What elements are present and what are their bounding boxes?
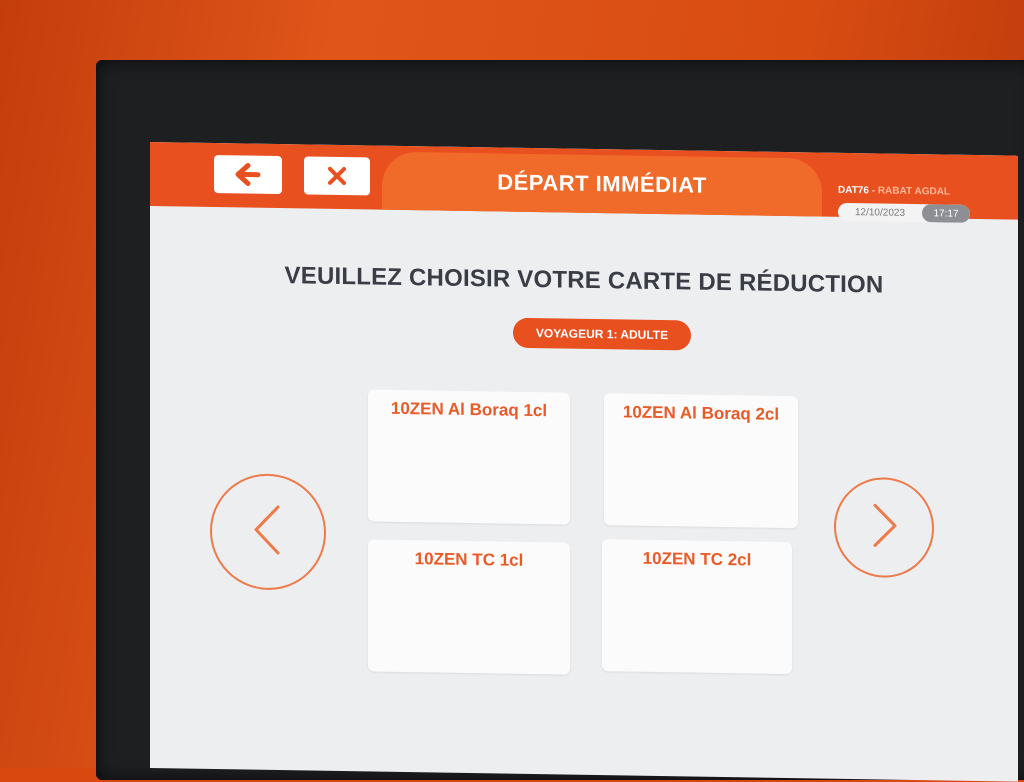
card-label: 10ZEN Al Boraq 2cl — [622, 402, 780, 424]
discount-card-option[interactable]: 10ZEN TC 1cl — [368, 539, 570, 675]
kiosk-screen: DÉPART IMMÉDIAT DAT76 - RABAT AGDAL 12/1… — [150, 142, 1018, 782]
chevron-left-icon — [248, 502, 288, 562]
instruction-heading: VEUILLEZ CHOISIR VOTRE CARTE DE RÉDUCTIO… — [284, 262, 884, 299]
close-button[interactable] — [304, 156, 370, 196]
traveler-badge: VOYAGEUR 1: ADULTE — [513, 317, 691, 351]
station-separator: - — [868, 185, 878, 197]
discount-card-option[interactable]: 10ZEN Al Boraq 2cl — [604, 393, 798, 529]
header-bar: DÉPART IMMÉDIAT DAT76 - RABAT AGDAL 12/1… — [150, 142, 1018, 223]
station-info: DAT76 - RABAT AGDAL — [838, 185, 950, 198]
station-code: DAT76 — [838, 184, 869, 197]
page-title: DÉPART IMMÉDIAT — [382, 151, 822, 217]
back-button[interactable] — [214, 155, 282, 195]
station-name: RABAT AGDAL — [877, 185, 951, 198]
date-time-display: 12/10/2023 17:17 — [838, 202, 970, 223]
discount-card-option[interactable]: 10ZEN TC 2cl — [602, 539, 792, 675]
card-label: 10ZEN TC 1cl — [414, 549, 524, 570]
card-label: 10ZEN TC 2cl — [642, 548, 752, 570]
next-page-button[interactable] — [834, 476, 934, 579]
current-time: 17:17 — [922, 204, 970, 223]
arrow-left-icon — [235, 162, 261, 187]
current-date: 12/10/2023 — [854, 206, 906, 219]
chevron-right-icon — [867, 501, 901, 555]
discount-card-option[interactable]: 10ZEN Al Boraq 1cl — [368, 389, 570, 525]
previous-page-button[interactable] — [210, 472, 326, 591]
close-x-icon — [327, 166, 347, 186]
card-label: 10ZEN Al Boraq 1cl — [390, 398, 548, 421]
